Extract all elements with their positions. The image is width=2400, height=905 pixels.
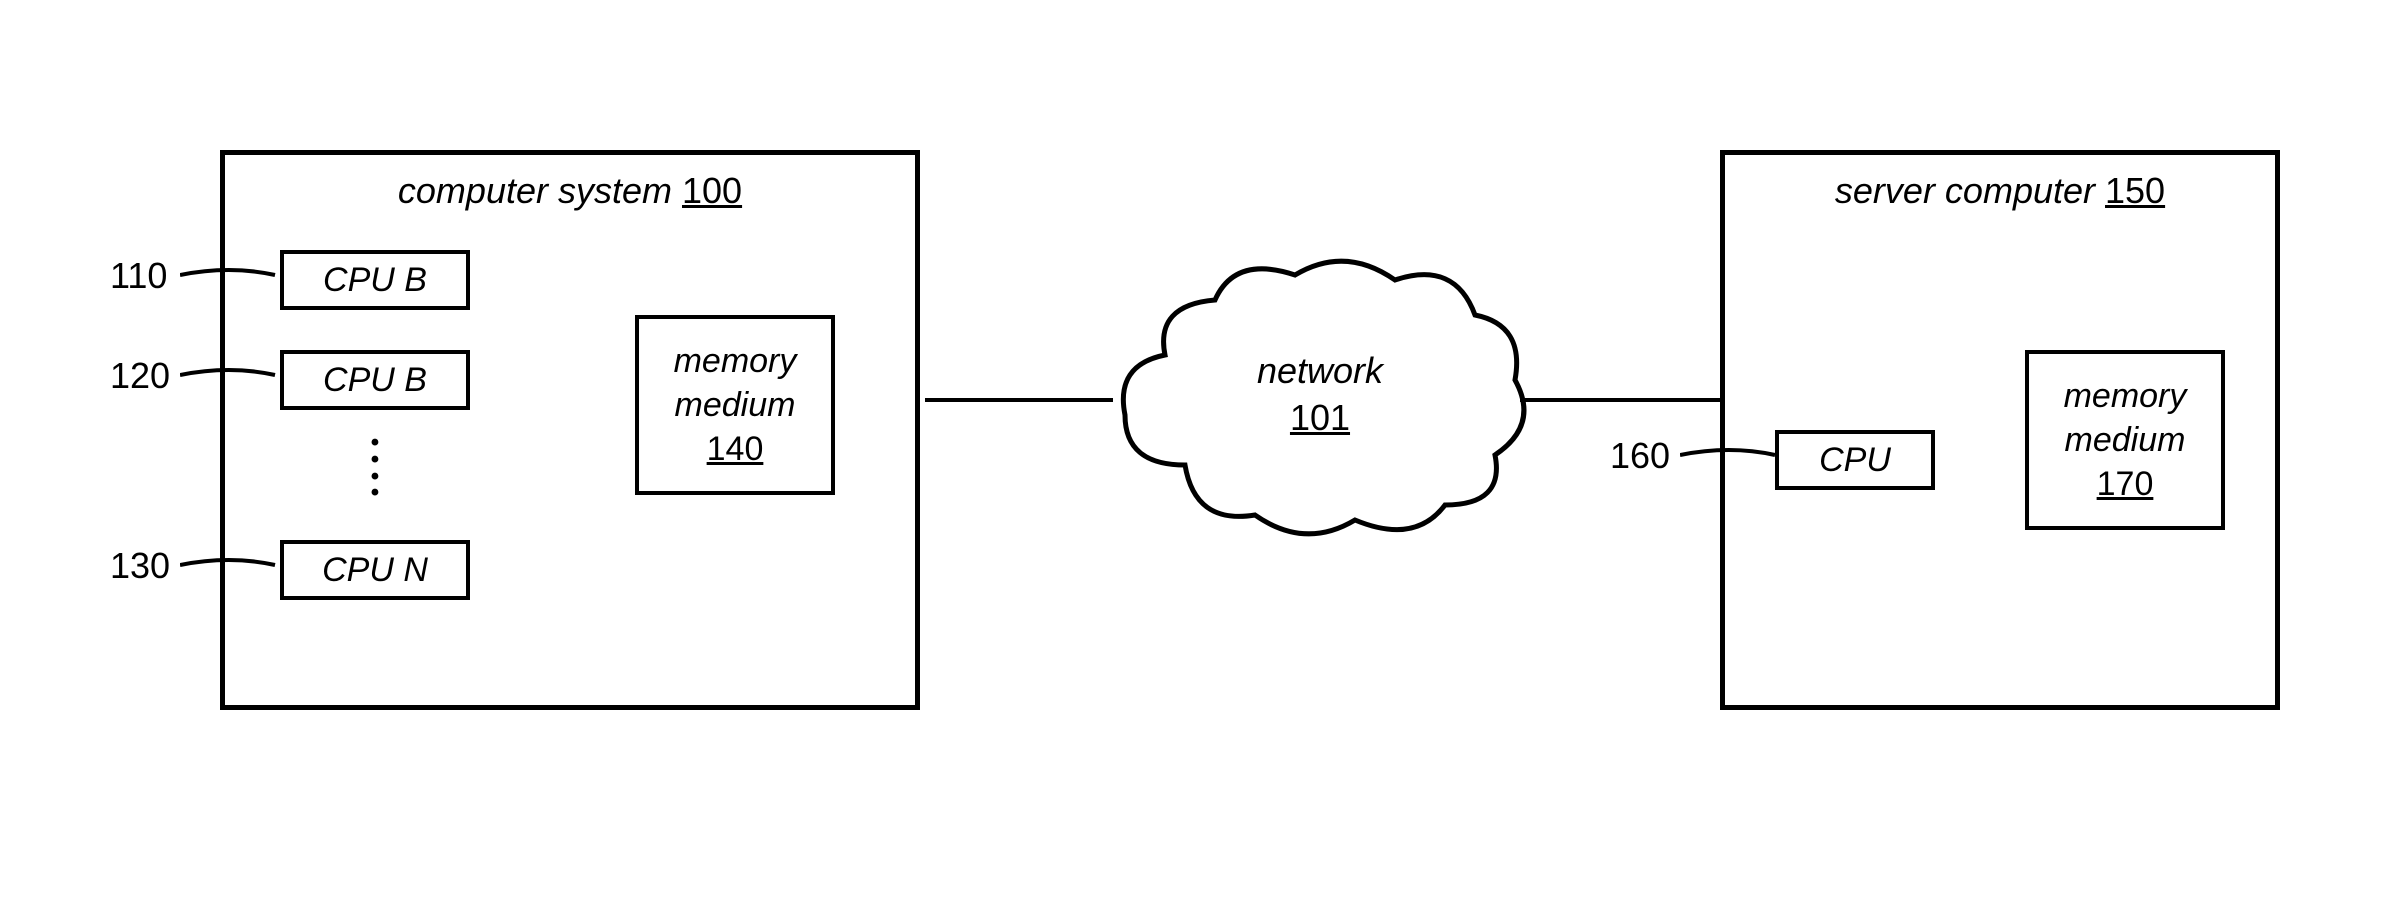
ref-110: 110: [110, 255, 167, 297]
cpu-label-2: CPU B: [323, 361, 427, 400]
leader-130: [180, 550, 280, 580]
computer-system-title: computer system 100: [225, 170, 915, 212]
leader-160: [1680, 440, 1780, 470]
cpu-box-2: CPU B: [280, 350, 470, 410]
memory-num-1: 140: [707, 427, 764, 471]
server-computer-title-text: server computer: [1835, 170, 2095, 211]
computer-system-title-text: computer system: [398, 170, 672, 211]
server-cpu-label: CPU: [1819, 441, 1891, 480]
connector-right: [1520, 398, 1720, 402]
computer-system-title-num: 100: [682, 170, 742, 211]
leader-120: [180, 360, 280, 390]
leader-110: [180, 260, 280, 290]
network-num: 101: [1220, 397, 1420, 439]
memory-line2-2: medium: [2065, 418, 2186, 462]
network-label: network: [1257, 350, 1383, 391]
connector-left: [925, 398, 1113, 402]
memory-box-1: memory medium 140: [635, 315, 835, 495]
server-computer-title: server computer 150: [1725, 170, 2275, 212]
server-computer-title-num: 150: [2105, 170, 2165, 211]
server-cpu-box: CPU: [1775, 430, 1935, 490]
ref-130: 130: [110, 545, 170, 587]
memory-line1-2: memory: [2064, 374, 2187, 418]
ref-160: 160: [1610, 435, 1670, 477]
network-label-block: network 101: [1220, 350, 1420, 439]
cpu-label-1: CPU B: [323, 261, 427, 300]
server-computer-box: server computer 150 CPU memory medium 17…: [1720, 150, 2280, 710]
computer-system-box: computer system 100 CPU B CPU B •••• CPU…: [220, 150, 920, 710]
memory-line2-1: medium: [675, 383, 796, 427]
cpu-box-1: CPU B: [280, 250, 470, 310]
memory-line1-1: memory: [674, 339, 797, 383]
cpu-label-n: CPU N: [322, 551, 428, 590]
ref-120: 120: [110, 355, 170, 397]
diagram-container: computer system 100 CPU B CPU B •••• CPU…: [140, 150, 2260, 750]
dots-icon: ••••: [365, 435, 385, 502]
memory-box-2: memory medium 170: [2025, 350, 2225, 530]
cpu-box-n: CPU N: [280, 540, 470, 600]
memory-num-2: 170: [2097, 462, 2154, 506]
